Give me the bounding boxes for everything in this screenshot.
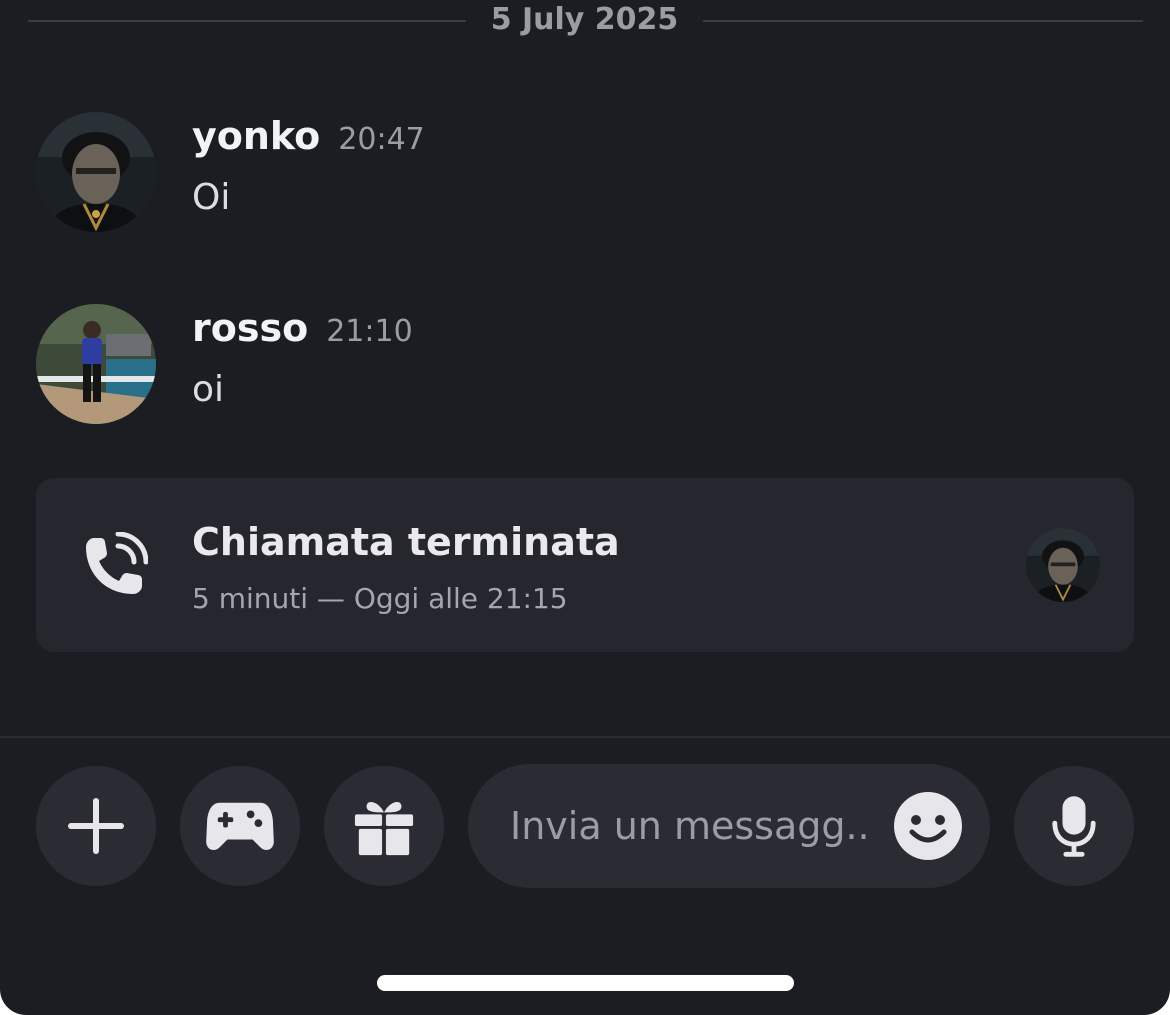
emoji-button[interactable] <box>894 792 962 860</box>
message-author[interactable]: yonko 20:47 <box>192 112 425 164</box>
voice-message-button[interactable] <box>1014 766 1134 886</box>
chat-screen: 5 July 2025 yonko 20:47 Oi rosso 21:10 o… <box>0 0 1170 1015</box>
smiley-icon <box>909 815 947 843</box>
phone-call-icon <box>80 531 149 600</box>
home-indicator[interactable] <box>377 975 794 991</box>
date-separator: 5 July 2025 <box>28 0 1143 44</box>
plus-icon <box>68 798 124 854</box>
message-item[interactable]: rosso 21:10 oi <box>36 304 1136 429</box>
avatar-rosso[interactable] <box>36 304 156 424</box>
date-label: 5 July 2025 <box>490 2 679 37</box>
author-name[interactable]: rosso <box>192 306 308 350</box>
message-text: Oi <box>192 177 231 218</box>
divider-line <box>703 20 1143 22</box>
divider-line <box>28 20 466 22</box>
activities-button[interactable] <box>180 766 300 886</box>
message-timestamp: 21:10 <box>326 314 413 349</box>
message-input[interactable] <box>510 794 890 858</box>
call-ended-card[interactable]: Chiamata terminata 5 minuti — Oggi alle … <box>36 478 1134 652</box>
author-name[interactable]: yonko <box>192 114 320 158</box>
message-author[interactable]: rosso 21:10 <box>192 304 413 356</box>
message-composer[interactable] <box>468 764 990 888</box>
message-item[interactable]: yonko 20:47 Oi <box>36 112 1136 237</box>
avatar-yonko[interactable] <box>36 112 156 232</box>
gift-icon <box>354 801 414 856</box>
call-title: Chiamata terminata <box>192 520 620 564</box>
microphone-icon <box>1052 796 1096 857</box>
message-timestamp: 20:47 <box>338 122 425 157</box>
composer-divider <box>0 736 1170 738</box>
gamepad-icon <box>206 802 274 851</box>
add-attachment-button[interactable] <box>36 766 156 886</box>
call-participant-avatar[interactable] <box>1026 528 1100 602</box>
gift-button[interactable] <box>324 766 444 886</box>
call-duration: 5 minuti — Oggi alle 21:15 <box>192 582 568 615</box>
message-text: oi <box>192 369 225 410</box>
